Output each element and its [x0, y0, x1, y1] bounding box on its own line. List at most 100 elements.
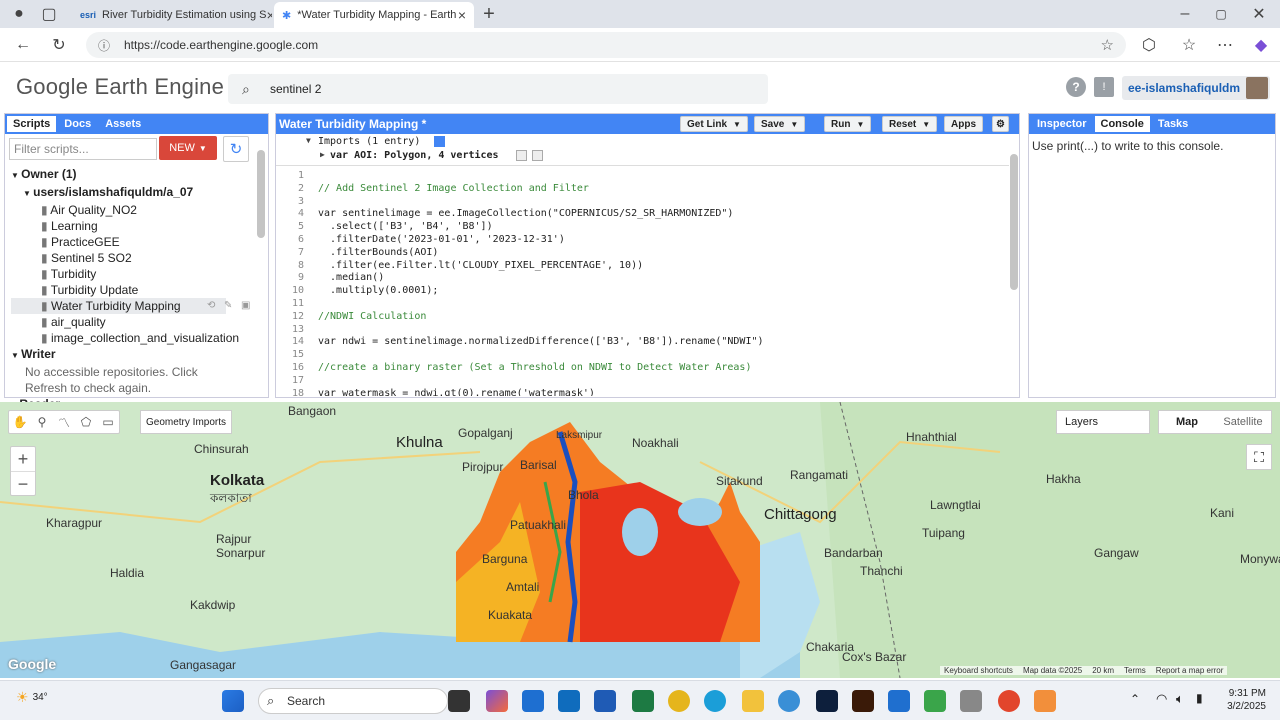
close-window-icon[interactable]: ✕ [1248, 3, 1270, 25]
new-script-button[interactable]: NEW ▼ [159, 136, 217, 160]
copilot-app-icon[interactable] [486, 690, 508, 712]
excel-icon[interactable] [632, 690, 654, 712]
script-item[interactable]: ▮ Air Quality_NO2 [11, 202, 243, 218]
tab-water-turbidity[interactable]: ✱ *Water Turbidity Mapping - Earth × [274, 2, 474, 28]
rectangle-icon[interactable]: ▭ [97, 411, 119, 433]
code-line[interactable]: 14 var ndwi = sentinelimage.normalizedDif… [276, 336, 1011, 349]
apps-button[interactable]: Apps [944, 116, 983, 132]
keyboard-shortcuts-link[interactable]: Keyboard shortcuts [944, 666, 1013, 675]
extensions-icon[interactable]: ⬡ [1138, 34, 1160, 56]
marker-icon[interactable]: ⚲ [31, 411, 53, 433]
site-info-icon[interactable]: ⓘ [98, 37, 110, 54]
task-view-icon[interactable] [448, 690, 470, 712]
script-item[interactable]: ▮ Turbidity Update [11, 282, 243, 298]
close-tab-icon[interactable]: × [266, 7, 272, 23]
code-line[interactable]: 8 .filter(ee.Filter.lt('CLOUDY_PIXEL_PER… [276, 260, 1011, 273]
tab-tasks[interactable]: Tasks [1152, 116, 1194, 132]
polygon-icon[interactable]: ⬠ [75, 411, 97, 433]
store-icon[interactable] [522, 690, 544, 712]
app-icon[interactable] [998, 690, 1020, 712]
app-icon[interactable] [924, 690, 946, 712]
tab-river-turbidity[interactable]: esri River Turbidity Estimation using S … [72, 2, 272, 28]
delete-import-icon[interactable] [532, 150, 543, 161]
get-link-button[interactable]: Get Link ▼ [680, 116, 748, 132]
system-clock[interactable]: 9:31 PM 3/2/2025 [1210, 687, 1266, 713]
search-input[interactable]: ⌕ sentinel 2 [228, 74, 768, 104]
photoshop-icon[interactable] [816, 690, 838, 712]
code-line[interactable]: 10 .multiply(0.0001); [276, 285, 1011, 298]
code-line[interactable]: 4 var sentinelimage = ee.ImageCollection(… [276, 208, 1011, 221]
favorite-star-icon[interactable]: ☆ [1101, 36, 1114, 54]
code-line[interactable]: 12 //NDWI Calculation [276, 311, 1011, 324]
app-icon[interactable] [1034, 690, 1056, 712]
code-line[interactable]: 16 //create a binary raster (Set a Thresh… [276, 362, 1011, 375]
wifi-icon[interactable]: ◠ [1156, 691, 1167, 707]
script-item[interactable]: ▮ PracticeGEE [11, 234, 243, 250]
volume-icon[interactable]: 🔈︎ [1176, 691, 1184, 707]
tab-console[interactable]: Console [1094, 116, 1150, 132]
tray-chevron-icon[interactable]: ⌃ [1130, 692, 1140, 706]
gee-logo[interactable]: Google Earth Engine [16, 74, 224, 100]
run-button[interactable]: Run ▼ [824, 116, 872, 132]
code-area[interactable]: ▼ Imports (1 entry) ▶ var AOI: Polygon, 4 … [276, 134, 1011, 396]
user-account-button[interactable]: ee-islamshafiquldm [1122, 76, 1270, 100]
tree-writer[interactable]: ▼ Writer [11, 346, 243, 364]
script-item[interactable]: ▮ Sentinel 5 SO2 [11, 250, 243, 266]
imports-var[interactable]: ▶ var AOI: Polygon, 4 vertices [276, 150, 1011, 163]
refresh-button[interactable]: ↻ [223, 136, 249, 162]
code-line[interactable]: 7 .filterBounds(AOI) [276, 247, 1011, 260]
code-line[interactable]: 15 [276, 349, 1011, 362]
chrome-icon[interactable] [668, 690, 690, 712]
back-icon[interactable]: ← [12, 34, 34, 56]
new-tab-icon[interactable]: + [478, 3, 500, 25]
outlook-icon[interactable] [558, 690, 580, 712]
favorites-icon[interactable]: ☆ [1178, 34, 1200, 56]
file-explorer-icon[interactable] [742, 690, 764, 712]
code-line[interactable]: 9 .median() [276, 272, 1011, 285]
settings-button[interactable]: ⚙ [992, 116, 1009, 132]
copilot-icon[interactable]: ◆ [1250, 34, 1272, 56]
profile-icon[interactable]: ● [8, 3, 30, 25]
reload-icon[interactable]: ↻ [48, 34, 70, 56]
app-icon[interactable] [888, 690, 910, 712]
map-type-map[interactable]: Map [1159, 411, 1215, 433]
zoom-out-button[interactable]: − [11, 471, 35, 495]
url-field[interactable]: ⓘ https://code.earthengine.google.com ☆ [86, 32, 1126, 58]
report-error-link[interactable]: Report a map error [1156, 666, 1224, 675]
imports-edit-icon[interactable] [434, 136, 445, 147]
delete-icon[interactable]: ▣ [241, 298, 250, 314]
geometry-icon[interactable] [516, 150, 527, 161]
script-item[interactable]: ▮ image_collection_and_visualization [11, 330, 243, 346]
more-menu-icon[interactable]: ⋯ [1214, 34, 1236, 56]
minimize-icon[interactable]: – [1174, 3, 1196, 25]
start-icon[interactable] [222, 690, 244, 712]
help-icon[interactable]: ? [1066, 77, 1086, 97]
layers-button[interactable]: Layers [1056, 410, 1150, 434]
fullscreen-button[interactable]: ⛶ [1246, 444, 1272, 470]
battery-icon[interactable]: ▮ [1196, 691, 1203, 705]
tab-actions-icon[interactable]: ▢ [38, 3, 60, 25]
code-line[interactable]: 5 .select(['B3', 'B4', 'B8']) [276, 221, 1011, 234]
illustrator-icon[interactable] [852, 690, 874, 712]
terms-link[interactable]: Terms [1124, 666, 1146, 675]
code-line[interactable]: 3 [276, 196, 1011, 209]
tab-docs[interactable]: Docs [58, 116, 97, 132]
map-view[interactable]: ✋ ⚲ 〽 ⬠ ▭ Geometry Imports + − Layers Ma… [0, 402, 1280, 678]
edge-icon[interactable] [704, 690, 726, 712]
feedback-icon[interactable]: ! [1094, 77, 1114, 97]
script-item[interactable]: ▮ Learning [11, 218, 243, 234]
map-type-satellite[interactable]: Satellite [1215, 411, 1271, 433]
left-scrollbar[interactable] [257, 150, 265, 238]
script-item[interactable]: ▮ air_quality [11, 314, 243, 330]
taskbar-search[interactable]: ⌕ Search [258, 688, 448, 714]
imports-header[interactable]: ▼ Imports (1 entry) [276, 136, 1011, 149]
editor-scrollbar[interactable] [1010, 154, 1018, 290]
edit-icon[interactable]: ✎ [224, 298, 232, 314]
reset-button[interactable]: Reset ▼ [882, 116, 938, 132]
tree-owner[interactable]: ▼ Owner (1) [11, 166, 243, 184]
code-line[interactable]: 2 // Add Sentinel 2 Image Collection and … [276, 183, 1011, 196]
code-line[interactable]: 11 [276, 298, 1011, 311]
maximize-icon[interactable]: ▢ [1210, 3, 1232, 25]
code-line[interactable]: 17 [276, 375, 1011, 388]
script-item-selected[interactable]: ▮ Water Turbidity Mapping ⟲ ✎ ▣ [11, 298, 250, 314]
